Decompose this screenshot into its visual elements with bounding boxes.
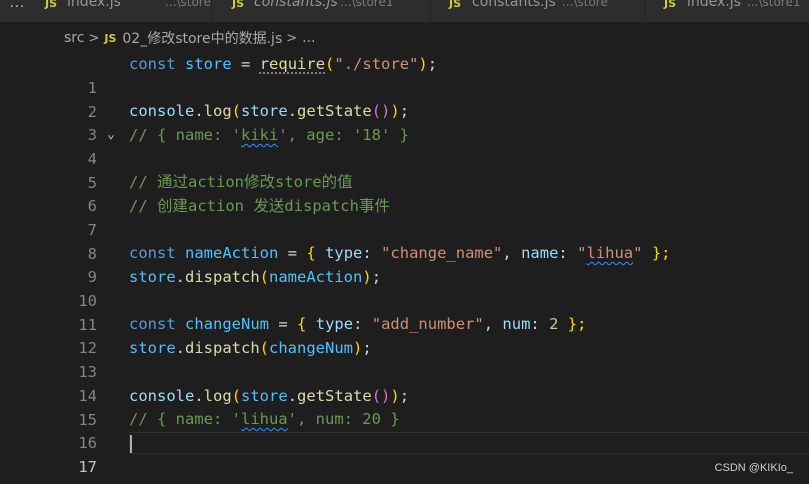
breadcrumb-file[interactable]: 02_修改store中的数据.js <box>122 28 282 48</box>
code-line: 8 <box>0 218 809 263</box>
tab-label: index.js <box>67 0 121 10</box>
js-file-icon: JS <box>664 0 677 10</box>
chevron-down-icon[interactable]: ⌄ <box>107 123 115 147</box>
code-line: 3 console.log(store.getState()); <box>0 99 809 144</box>
code-line: 6 // 通过action修改store的值 <box>0 170 809 215</box>
code-line: 2 <box>0 76 809 121</box>
code-comment[interactable]: // 通过action修改store的值 <box>129 170 353 194</box>
tab-label: constants.js <box>472 0 556 10</box>
tab-constants-js-store[interactable]: JS constants.js ...\store <box>431 0 646 22</box>
tab-constants-js-store1[interactable]: JS constants.js ...\store1 <box>212 0 431 22</box>
tab-path: ...\store1 <box>340 0 394 9</box>
js-file-icon: JS <box>45 0 58 10</box>
breadcrumb-separator-icon: > <box>88 30 100 46</box>
code-text[interactable]: console.log(store.getState()); <box>129 384 409 408</box>
watermark: CSDN @KIKIo_ <box>714 462 793 474</box>
code-line: 16 // { name: 'lihua', num: 20 } <box>0 407 809 452</box>
tab-label: constants.js <box>254 0 338 10</box>
js-file-icon: JS <box>104 31 117 45</box>
code-text[interactable]: const store = require("./store"); <box>129 52 437 76</box>
line-number: 17 <box>78 458 97 476</box>
tab-path: ...\store <box>165 0 211 9</box>
code-text[interactable]: const changeNum = { type: "add_number", … <box>129 312 586 336</box>
code-line: 1 const store = require("./store"); <box>0 52 809 97</box>
js-file-icon: JS <box>449 0 462 10</box>
code-editor[interactable]: 1 const store = require("./store"); 2 3 … <box>0 52 809 484</box>
tab-label: index.js <box>687 0 741 10</box>
code-line: 4 ⌄ // { name: 'kiki', age: '18' } <box>0 123 809 168</box>
code-line: 15 console.log(store.getState()); <box>0 384 809 429</box>
code-line: 10 store.dispatch(nameAction); <box>0 265 809 310</box>
breadcrumb-folder-src[interactable]: src <box>64 30 84 46</box>
code-line: 17 <box>0 431 809 476</box>
tab-path: ...\store <box>562 0 608 9</box>
code-text[interactable]: console.log(store.getState()); <box>129 99 409 123</box>
code-line: 12 const changeNum = { type: "add_number… <box>0 312 809 357</box>
code-line: 5 <box>0 147 809 192</box>
code-comment[interactable]: // { name: 'kiki', age: '18' } <box>129 123 409 147</box>
js-file-icon: JS <box>232 0 245 10</box>
code-text[interactable]: store.dispatch(changeNum); <box>129 336 372 360</box>
tab-path: ...\store1 <box>747 0 801 9</box>
code-text[interactable]: const nameAction = { type: "change_name"… <box>129 241 670 265</box>
code-line: 11 <box>0 289 809 334</box>
code-line: 7 // 创建action 发送dispatch事件 <box>0 194 809 239</box>
tab-index-js-store[interactable]: JS index.js ...\store <box>35 0 212 22</box>
code-text[interactable]: store.dispatch(nameAction); <box>129 265 381 289</box>
code-line: 9 const nameAction = { type: "change_nam… <box>0 241 809 286</box>
code-comment[interactable]: // { name: 'lihua', num: 20 } <box>129 407 400 431</box>
tab-overflow-button[interactable]: ... <box>0 0 35 22</box>
tab-bar: ... JS index.js ...\store JS constants.j… <box>0 0 809 22</box>
breadcrumb: src > JS 02_修改store中的数据.js >... <box>64 28 316 50</box>
breadcrumb-separator-icon: > <box>286 30 298 46</box>
breadcrumb-symbols[interactable]: ... <box>302 30 315 46</box>
tab-index-js-store1[interactable]: JS index.js ...\store1 <box>646 0 809 22</box>
code-line: 14 <box>0 360 809 405</box>
code-comment[interactable]: // 创建action 发送dispatch事件 <box>129 194 390 218</box>
code-line: 13 store.dispatch(changeNum); <box>0 336 809 381</box>
